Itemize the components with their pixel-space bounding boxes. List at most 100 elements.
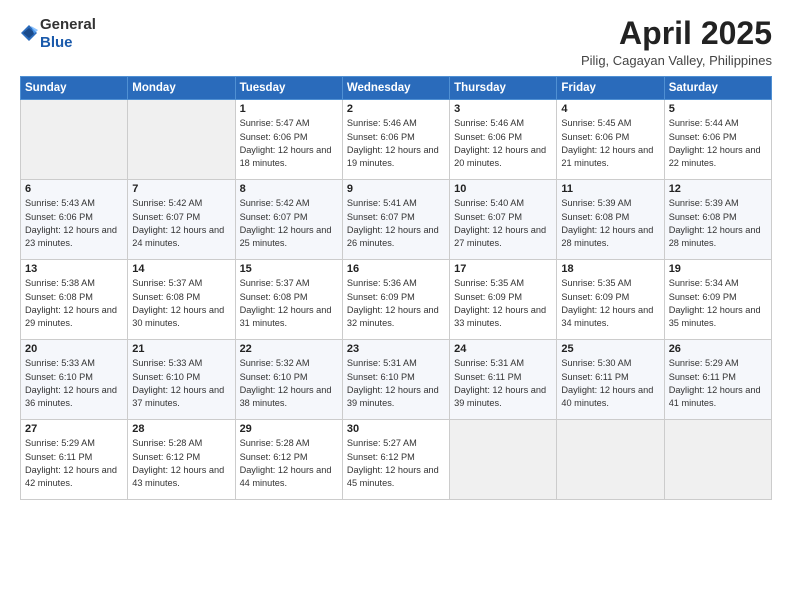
week-row-3: 20 Sunrise: 5:33 AMSunset: 6:10 PMDayligh… xyxy=(21,340,772,420)
day-cell: 20 Sunrise: 5:33 AMSunset: 6:10 PMDayligh… xyxy=(21,340,128,420)
day-cell: 17 Sunrise: 5:35 AMSunset: 6:09 PMDayligh… xyxy=(450,260,557,340)
logo-blue: Blue xyxy=(40,34,73,51)
day-detail: Sunrise: 5:37 AMSunset: 6:08 PMDaylight:… xyxy=(240,277,338,330)
day-detail: Sunrise: 5:33 AMSunset: 6:10 PMDaylight:… xyxy=(132,357,230,410)
day-number: 5 xyxy=(669,103,767,115)
day-cell xyxy=(128,100,235,180)
day-number: 28 xyxy=(132,423,230,435)
day-detail: Sunrise: 5:45 AMSunset: 6:06 PMDaylight:… xyxy=(561,117,659,170)
day-cell: 9Sunrise: 5:41 AMSunset: 6:07 PMDaylight… xyxy=(342,180,449,260)
subtitle: Pilig, Cagayan Valley, Philippines xyxy=(581,53,772,68)
day-number: 7 xyxy=(132,183,230,195)
day-detail: Sunrise: 5:46 AMSunset: 6:06 PMDaylight:… xyxy=(454,117,552,170)
day-cell: 19 Sunrise: 5:34 AMSunset: 6:09 PMDayligh… xyxy=(664,260,771,340)
header: General Blue April 2025 Pilig, Cagayan V… xyxy=(20,16,772,68)
day-cell xyxy=(664,420,771,500)
day-cell: 4 Sunrise: 5:45 AMSunset: 6:06 PMDaylight… xyxy=(557,100,664,180)
calendar-table: Sunday Monday Tuesday Wednesday Thursday… xyxy=(20,76,772,500)
day-detail: Sunrise: 5:35 AMSunset: 6:09 PMDaylight:… xyxy=(561,277,659,330)
day-cell: 15 Sunrise: 5:37 AMSunset: 6:08 PMDayligh… xyxy=(235,260,342,340)
day-cell: 12Sunrise: 5:39 AMSunset: 6:08 PMDayligh… xyxy=(664,180,771,260)
logo: General Blue xyxy=(20,16,96,52)
day-cell: 8Sunrise: 5:42 AMSunset: 6:07 PMDaylight… xyxy=(235,180,342,260)
week-row-4: 27 Sunrise: 5:29 AMSunset: 6:11 PMDayligh… xyxy=(21,420,772,500)
logo-icon xyxy=(20,24,38,42)
day-number: 2 xyxy=(347,103,445,115)
day-detail: Sunrise: 5:41 AMSunset: 6:07 PMDaylight:… xyxy=(347,197,445,250)
day-cell: 25 Sunrise: 5:30 AMSunset: 6:11 PMDayligh… xyxy=(557,340,664,420)
day-detail: Sunrise: 5:33 AMSunset: 6:10 PMDaylight:… xyxy=(25,357,123,410)
day-cell: 23 Sunrise: 5:31 AMSunset: 6:10 PMDayligh… xyxy=(342,340,449,420)
col-sunday: Sunday xyxy=(21,77,128,100)
day-number: 11 xyxy=(561,183,659,195)
day-cell: 10 Sunrise: 5:40 AMSunset: 6:07 PMDayligh… xyxy=(450,180,557,260)
day-cell: 16Sunrise: 5:36 AMSunset: 6:09 PMDayligh… xyxy=(342,260,449,340)
day-number: 30 xyxy=(347,423,445,435)
day-number: 24 xyxy=(454,343,552,355)
title-block: April 2025 Pilig, Cagayan Valley, Philip… xyxy=(581,16,772,68)
day-cell: 26Sunrise: 5:29 AMSunset: 6:11 PMDayligh… xyxy=(664,340,771,420)
page: General Blue April 2025 Pilig, Cagayan V… xyxy=(0,0,792,612)
day-cell: 28 Sunrise: 5:28 AMSunset: 6:12 PMDayligh… xyxy=(128,420,235,500)
day-cell: 6 Sunrise: 5:43 AMSunset: 6:06 PMDaylight… xyxy=(21,180,128,260)
day-cell: 22 Sunrise: 5:32 AMSunset: 6:10 PMDayligh… xyxy=(235,340,342,420)
day-detail: Sunrise: 5:28 AMSunset: 6:12 PMDaylight:… xyxy=(132,437,230,490)
week-row-1: 6 Sunrise: 5:43 AMSunset: 6:06 PMDaylight… xyxy=(21,180,772,260)
day-number: 4 xyxy=(561,103,659,115)
day-number: 22 xyxy=(240,343,338,355)
week-row-0: 1 Sunrise: 5:47 AMSunset: 6:06 PMDaylight… xyxy=(21,100,772,180)
col-monday: Monday xyxy=(128,77,235,100)
day-number: 3 xyxy=(454,103,552,115)
day-detail: Sunrise: 5:35 AMSunset: 6:09 PMDaylight:… xyxy=(454,277,552,330)
day-cell: 11Sunrise: 5:39 AMSunset: 6:08 PMDayligh… xyxy=(557,180,664,260)
day-cell: 3 Sunrise: 5:46 AMSunset: 6:06 PMDaylight… xyxy=(450,100,557,180)
day-detail: Sunrise: 5:29 AMSunset: 6:11 PMDaylight:… xyxy=(25,437,123,490)
day-detail: Sunrise: 5:28 AMSunset: 6:12 PMDaylight:… xyxy=(240,437,338,490)
day-number: 21 xyxy=(132,343,230,355)
logo-general: General xyxy=(40,16,96,33)
day-cell: 7 Sunrise: 5:42 AMSunset: 6:07 PMDaylight… xyxy=(128,180,235,260)
day-detail: Sunrise: 5:43 AMSunset: 6:06 PMDaylight:… xyxy=(25,197,123,250)
day-number: 10 xyxy=(454,183,552,195)
day-number: 23 xyxy=(347,343,445,355)
day-cell: 18Sunrise: 5:35 AMSunset: 6:09 PMDayligh… xyxy=(557,260,664,340)
day-cell: 13 Sunrise: 5:38 AMSunset: 6:08 PMDayligh… xyxy=(21,260,128,340)
day-cell: 29 Sunrise: 5:28 AMSunset: 6:12 PMDayligh… xyxy=(235,420,342,500)
main-title: April 2025 xyxy=(581,16,772,51)
day-detail: Sunrise: 5:34 AMSunset: 6:09 PMDaylight:… xyxy=(669,277,767,330)
day-detail: Sunrise: 5:44 AMSunset: 6:06 PMDaylight:… xyxy=(669,117,767,170)
day-number: 27 xyxy=(25,423,123,435)
header-row: Sunday Monday Tuesday Wednesday Thursday… xyxy=(21,77,772,100)
day-cell: 27 Sunrise: 5:29 AMSunset: 6:11 PMDayligh… xyxy=(21,420,128,500)
day-detail: Sunrise: 5:47 AMSunset: 6:06 PMDaylight:… xyxy=(240,117,338,170)
day-detail: Sunrise: 5:42 AMSunset: 6:07 PMDaylight:… xyxy=(240,197,338,250)
day-detail: Sunrise: 5:38 AMSunset: 6:08 PMDaylight:… xyxy=(25,277,123,330)
day-detail: Sunrise: 5:31 AMSunset: 6:11 PMDaylight:… xyxy=(454,357,552,410)
day-detail: Sunrise: 5:39 AMSunset: 6:08 PMDaylight:… xyxy=(669,197,767,250)
col-saturday: Saturday xyxy=(664,77,771,100)
day-detail: Sunrise: 5:40 AMSunset: 6:07 PMDaylight:… xyxy=(454,197,552,250)
day-cell: 1 Sunrise: 5:47 AMSunset: 6:06 PMDaylight… xyxy=(235,100,342,180)
day-detail: Sunrise: 5:31 AMSunset: 6:10 PMDaylight:… xyxy=(347,357,445,410)
day-cell xyxy=(450,420,557,500)
day-detail: Sunrise: 5:27 AMSunset: 6:12 PMDaylight:… xyxy=(347,437,445,490)
day-number: 17 xyxy=(454,263,552,275)
day-detail: Sunrise: 5:42 AMSunset: 6:07 PMDaylight:… xyxy=(132,197,230,250)
day-number: 16 xyxy=(347,263,445,275)
day-number: 20 xyxy=(25,343,123,355)
day-cell xyxy=(21,100,128,180)
day-number: 1 xyxy=(240,103,338,115)
col-thursday: Thursday xyxy=(450,77,557,100)
day-number: 25 xyxy=(561,343,659,355)
day-number: 19 xyxy=(669,263,767,275)
col-wednesday: Wednesday xyxy=(342,77,449,100)
day-number: 13 xyxy=(25,263,123,275)
day-number: 29 xyxy=(240,423,338,435)
day-number: 6 xyxy=(25,183,123,195)
day-cell: 5 Sunrise: 5:44 AMSunset: 6:06 PMDaylight… xyxy=(664,100,771,180)
day-detail: Sunrise: 5:30 AMSunset: 6:11 PMDaylight:… xyxy=(561,357,659,410)
day-cell: 2Sunrise: 5:46 AMSunset: 6:06 PMDaylight… xyxy=(342,100,449,180)
day-number: 15 xyxy=(240,263,338,275)
day-detail: Sunrise: 5:32 AMSunset: 6:10 PMDaylight:… xyxy=(240,357,338,410)
day-cell: 21 Sunrise: 5:33 AMSunset: 6:10 PMDayligh… xyxy=(128,340,235,420)
